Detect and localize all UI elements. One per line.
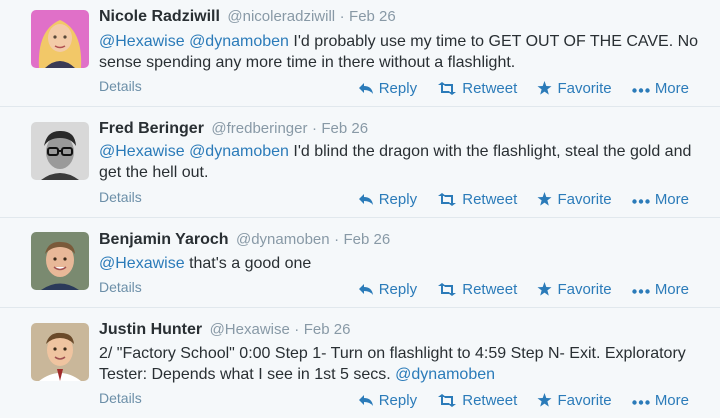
separator: · (294, 321, 300, 338)
more-button[interactable]: More (632, 392, 689, 411)
star-icon (537, 192, 552, 210)
tweet-actions: Reply Retweet Favorite More (342, 392, 689, 411)
ellipsis-icon (632, 82, 650, 99)
reply-label: Reply (378, 392, 418, 409)
tweet-text: @Hexawise that's a good one (99, 253, 709, 274)
avatar[interactable] (31, 323, 89, 381)
favorite-label: Favorite (557, 281, 612, 298)
reply-label: Reply (378, 80, 418, 97)
star-icon (537, 81, 552, 99)
tweet-text: @Hexawise @dynamoben I'd blind the drago… (99, 141, 709, 183)
favorite-label: Favorite (557, 191, 612, 208)
avatar[interactable] (31, 232, 89, 290)
more-label: More (654, 281, 689, 298)
username[interactable]: @nicoleradziwill (227, 8, 335, 25)
more-label: More (654, 392, 689, 409)
more-label: More (654, 191, 689, 208)
mention-link[interactable]: @Hexawise (99, 143, 185, 160)
display-name[interactable]: Fred Beringer (99, 120, 204, 137)
mention-link[interactable]: @Hexawise (99, 255, 185, 272)
tweet-item[interactable]: Benjamin Yaroch @dynamoben · Feb 26 @Hex… (0, 218, 720, 308)
tweet-header: Benjamin Yaroch @dynamoben · Feb 26 (99, 231, 390, 249)
reply-label: Reply (378, 191, 418, 208)
mention-link[interactable]: @dynamoben (395, 366, 495, 383)
tweet-item[interactable]: Fred Beringer @fredberinger · Feb 26 @He… (0, 107, 720, 218)
mention-link[interactable]: @dynamoben (189, 33, 289, 50)
favorite-label: Favorite (557, 392, 612, 409)
display-name[interactable]: Nicole Radziwill (99, 8, 220, 25)
username[interactable]: @Hexawise (210, 321, 290, 338)
tweet-actions: Reply Retweet Favorite More (342, 191, 689, 210)
timestamp[interactable]: Feb 26 (321, 120, 368, 137)
mention-link[interactable]: @Hexawise (99, 33, 185, 50)
tweet-item[interactable]: Justin Hunter @Hexawise · Feb 26 2/ "Fac… (0, 308, 720, 418)
retweet-label: Retweet (462, 392, 518, 409)
details-link[interactable]: Details (99, 279, 142, 295)
retweet-label: Retweet (462, 281, 518, 298)
username[interactable]: @fredberinger (211, 120, 307, 137)
timestamp[interactable]: Feb 26 (349, 8, 396, 25)
reply-label: Reply (378, 281, 418, 298)
reply-icon (358, 193, 374, 210)
reply-icon (358, 394, 374, 411)
details-link[interactable]: Details (99, 390, 142, 406)
more-button[interactable]: More (632, 191, 689, 210)
tweet-header: Fred Beringer @fredberinger · Feb 26 (99, 120, 368, 138)
favorite-button[interactable]: Favorite (537, 191, 612, 210)
tweet-header: Justin Hunter @Hexawise · Feb 26 (99, 321, 350, 339)
reply-button[interactable]: Reply (358, 281, 417, 300)
avatar[interactable] (31, 122, 89, 180)
more-button[interactable]: More (632, 80, 689, 99)
ellipsis-icon (632, 193, 650, 210)
retweet-icon (437, 193, 457, 210)
display-name[interactable]: Justin Hunter (99, 321, 202, 338)
reply-icon (358, 82, 374, 99)
reply-button[interactable]: Reply (358, 80, 417, 99)
tweet-body: I'd blind the dragon with the flashlight… (99, 143, 692, 181)
avatar[interactable] (31, 10, 89, 68)
separator: · (334, 231, 340, 248)
tweet-header: Nicole Radziwill @nicoleradziwill · Feb … (99, 8, 396, 26)
tweet-actions: Reply Retweet Favorite More (342, 80, 689, 99)
timestamp[interactable]: Feb 26 (304, 321, 351, 338)
tweet-actions: Reply Retweet Favorite More (342, 281, 689, 300)
retweet-label: Retweet (462, 80, 518, 97)
tweet-body: 2/ "Factory School" 0:00 Step 1- Turn on… (99, 345, 686, 383)
username[interactable]: @dynamoben (236, 231, 330, 248)
retweet-icon (437, 82, 457, 99)
favorite-button[interactable]: Favorite (537, 281, 612, 300)
tweet-text: @Hexawise @dynamoben I'd probably use my… (99, 31, 709, 73)
retweet-button[interactable]: Retweet (437, 80, 517, 99)
ellipsis-icon (632, 283, 650, 300)
favorite-button[interactable]: Favorite (537, 80, 612, 99)
more-label: More (654, 80, 689, 97)
details-link[interactable]: Details (99, 189, 142, 205)
reply-icon (358, 283, 374, 300)
retweet-icon (437, 283, 457, 300)
retweet-button[interactable]: Retweet (437, 392, 517, 411)
display-name[interactable]: Benjamin Yaroch (99, 231, 229, 248)
timestamp[interactable]: Feb 26 (344, 231, 391, 248)
retweet-button[interactable]: Retweet (437, 281, 517, 300)
details-link[interactable]: Details (99, 78, 142, 94)
retweet-icon (437, 394, 457, 411)
tweet-item[interactable]: Nicole Radziwill @nicoleradziwill · Feb … (0, 0, 720, 107)
star-icon (537, 282, 552, 300)
favorite-label: Favorite (557, 80, 612, 97)
reply-button[interactable]: Reply (358, 191, 417, 210)
more-button[interactable]: More (632, 281, 689, 300)
retweet-label: Retweet (462, 191, 518, 208)
favorite-button[interactable]: Favorite (537, 392, 612, 411)
separator: · (311, 120, 317, 137)
mention-link[interactable]: @dynamoben (189, 143, 289, 160)
tweet-text: 2/ "Factory School" 0:00 Step 1- Turn on… (99, 343, 709, 385)
reply-button[interactable]: Reply (358, 392, 417, 411)
separator: · (339, 8, 345, 25)
ellipsis-icon (632, 394, 650, 411)
star-icon (537, 393, 552, 411)
tweet-body: that's a good one (189, 255, 312, 272)
retweet-button[interactable]: Retweet (437, 191, 517, 210)
